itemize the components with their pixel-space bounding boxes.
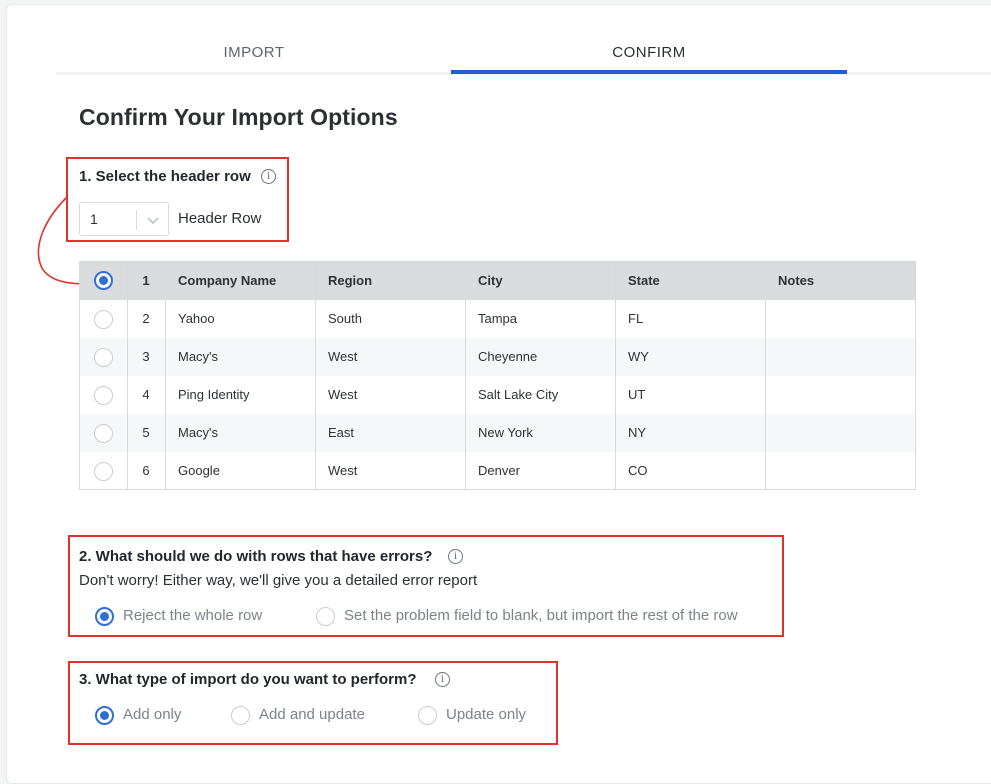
cell-state: FL <box>628 311 644 326</box>
cell-city: Denver <box>478 463 520 478</box>
errors-subtext: Don't worry! Either way, we'll give you … <box>79 572 478 589</box>
add-and-update-label[interactable]: Add and update <box>259 706 365 723</box>
errors-question: 2. What should we do with rows that have… <box>79 548 433 565</box>
column-divider <box>615 262 616 489</box>
table-header-row: 1 Company Name Region City State Notes <box>80 262 915 300</box>
add-only-label[interactable]: Add only <box>123 706 181 723</box>
header-row-suffix: Header Row <box>178 210 262 227</box>
info-icon[interactable]: i <box>435 672 450 687</box>
cell-state: UT <box>628 387 646 402</box>
row-radio[interactable] <box>94 348 113 367</box>
column-divider <box>315 262 316 489</box>
cell-company: Macy's <box>178 425 219 440</box>
column-header-city: City <box>478 273 503 288</box>
cell-city: Cheyenne <box>478 349 538 364</box>
column-header-company: Company Name <box>178 273 277 288</box>
cell-state: WY <box>628 349 649 364</box>
preview-table: 1 Company Name Region City State Notes 2… <box>79 261 916 490</box>
table-row: 5 Macy's East New York NY <box>80 414 915 452</box>
page-title: Confirm Your Import Options <box>79 104 398 130</box>
cell-company: Google <box>178 463 220 478</box>
add-and-update-radio[interactable] <box>231 706 250 725</box>
cell-region: South <box>328 311 362 326</box>
row-number: 5 <box>142 425 150 440</box>
row-number: 6 <box>142 463 150 478</box>
cell-notes <box>765 376 778 414</box>
header-row-radio[interactable] <box>94 271 113 290</box>
cell-company: Macy's <box>178 349 219 364</box>
table-row: 6 Google West Denver CO <box>80 452 915 490</box>
cell-notes <box>765 414 778 452</box>
cell-notes <box>765 338 778 376</box>
cell-notes <box>765 452 778 490</box>
blank-field-label[interactable]: Set the problem field to blank, but impo… <box>344 607 738 624</box>
cell-city: Tampa <box>478 311 518 326</box>
reject-row-radio[interactable] <box>95 607 114 626</box>
row-number: 4 <box>142 387 150 402</box>
column-divider <box>765 262 766 489</box>
row-radio[interactable] <box>94 310 113 329</box>
active-tab-indicator <box>451 70 847 74</box>
cell-region: West <box>328 463 358 478</box>
cell-state: NY <box>628 425 647 440</box>
reject-row-label[interactable]: Reject the whole row <box>123 607 262 624</box>
row-radio[interactable] <box>94 462 113 481</box>
column-header-region: Region <box>328 273 373 288</box>
column-header-notes: Notes <box>778 273 815 288</box>
cell-region: West <box>328 387 358 402</box>
row-radio[interactable] <box>94 424 113 443</box>
cell-notes <box>765 300 778 338</box>
row-radio[interactable] <box>94 386 113 405</box>
column-divider <box>465 262 466 489</box>
cell-region: East <box>328 425 355 440</box>
table-row: 3 Macy's West Cheyenne WY <box>80 338 915 376</box>
chevron-down-icon[interactable] <box>144 211 162 229</box>
cell-city: Salt Lake City <box>478 387 559 402</box>
column-header-state: State <box>628 273 660 288</box>
info-icon[interactable]: i <box>448 549 463 564</box>
header-row-question: 1. Select the header row <box>79 168 251 185</box>
info-icon[interactable]: i <box>261 169 276 184</box>
cell-region: West <box>328 349 358 364</box>
column-divider <box>127 262 128 489</box>
tab-confirm[interactable]: CONFIRM <box>451 44 847 61</box>
table-row: 4 Ping Identity West Salt Lake City UT <box>80 376 915 414</box>
update-only-radio[interactable] <box>418 706 437 725</box>
cell-city: New York <box>478 425 533 440</box>
tab-import[interactable]: IMPORT <box>56 44 452 61</box>
add-only-radio[interactable] <box>95 706 114 725</box>
row-number: 2 <box>142 311 150 326</box>
column-divider <box>165 262 166 489</box>
update-only-label[interactable]: Update only <box>446 706 526 723</box>
cell-company: Ping Identity <box>178 387 250 402</box>
cell-company: Yahoo <box>178 311 215 326</box>
cell-state: CO <box>628 463 648 478</box>
select-divider <box>136 210 137 230</box>
import-type-question: 3. What type of import do you want to pe… <box>79 671 417 688</box>
row-number: 3 <box>142 349 150 364</box>
table-row: 2 Yahoo South Tampa FL <box>80 300 915 338</box>
header-row-number: 1 <box>142 273 150 288</box>
blank-field-radio[interactable] <box>316 607 335 626</box>
